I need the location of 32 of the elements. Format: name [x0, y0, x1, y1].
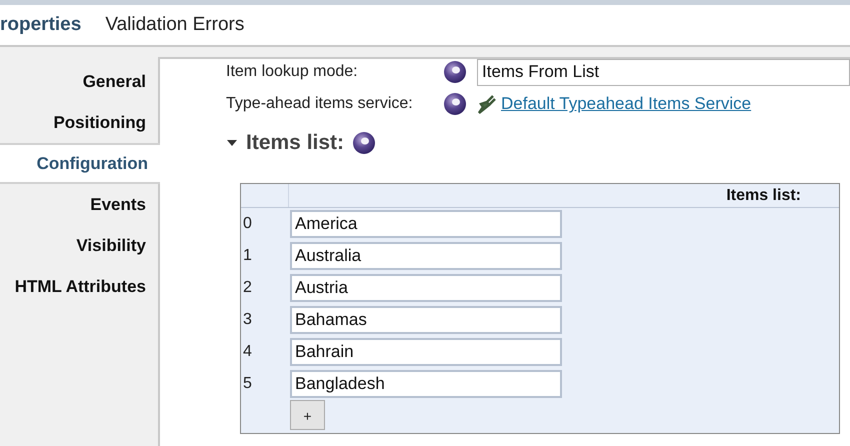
- variable-icon[interactable]: [352, 131, 376, 155]
- row-index: 3: [242, 310, 253, 330]
- item-field[interactable]: Austria: [290, 274, 562, 302]
- item-field[interactable]: Australia: [290, 242, 562, 270]
- field-label: Type-ahead items service:: [226, 94, 414, 114]
- row-index: 0: [242, 214, 253, 234]
- column-header: Items list:: [726, 186, 801, 206]
- sidebar-item[interactable]: Events: [0, 184, 158, 225]
- field-label: Item lookup mode:: [226, 62, 359, 82]
- item-field[interactable]: America: [290, 210, 562, 238]
- item-field[interactable]: Bahrain: [290, 338, 562, 366]
- row-index: 4: [242, 342, 253, 362]
- row-index: 1: [242, 246, 253, 266]
- row-index: 2: [242, 278, 253, 298]
- sidebar-item[interactable]: Configuration: [0, 143, 160, 184]
- section-title: Items list:: [246, 130, 344, 156]
- tab[interactable]: roperties: [0, 10, 82, 40]
- sidebar-item[interactable]: HTML Attributes: [0, 266, 158, 307]
- item-field[interactable]: Bangladesh: [290, 370, 562, 398]
- row-index: 5: [242, 374, 253, 394]
- tab[interactable]: Validation Errors: [105, 10, 244, 40]
- caret-icon[interactable]: [226, 138, 238, 148]
- lookup-mode-field[interactable]: Items From List: [477, 58, 850, 86]
- sidebar-item[interactable]: General: [0, 61, 158, 102]
- sidebar-item[interactable]: Positioning: [0, 102, 158, 143]
- variable-icon[interactable]: [443, 92, 467, 116]
- variable-icon[interactable]: [443, 60, 467, 84]
- item-field[interactable]: Bahamas: [290, 306, 562, 334]
- add-button[interactable]: +: [290, 400, 325, 430]
- service-link[interactable]: Default Typeahead Items Service: [501, 91, 752, 117]
- plug-icon: [475, 93, 497, 115]
- sidebar-item[interactable]: Visibility: [0, 225, 158, 266]
